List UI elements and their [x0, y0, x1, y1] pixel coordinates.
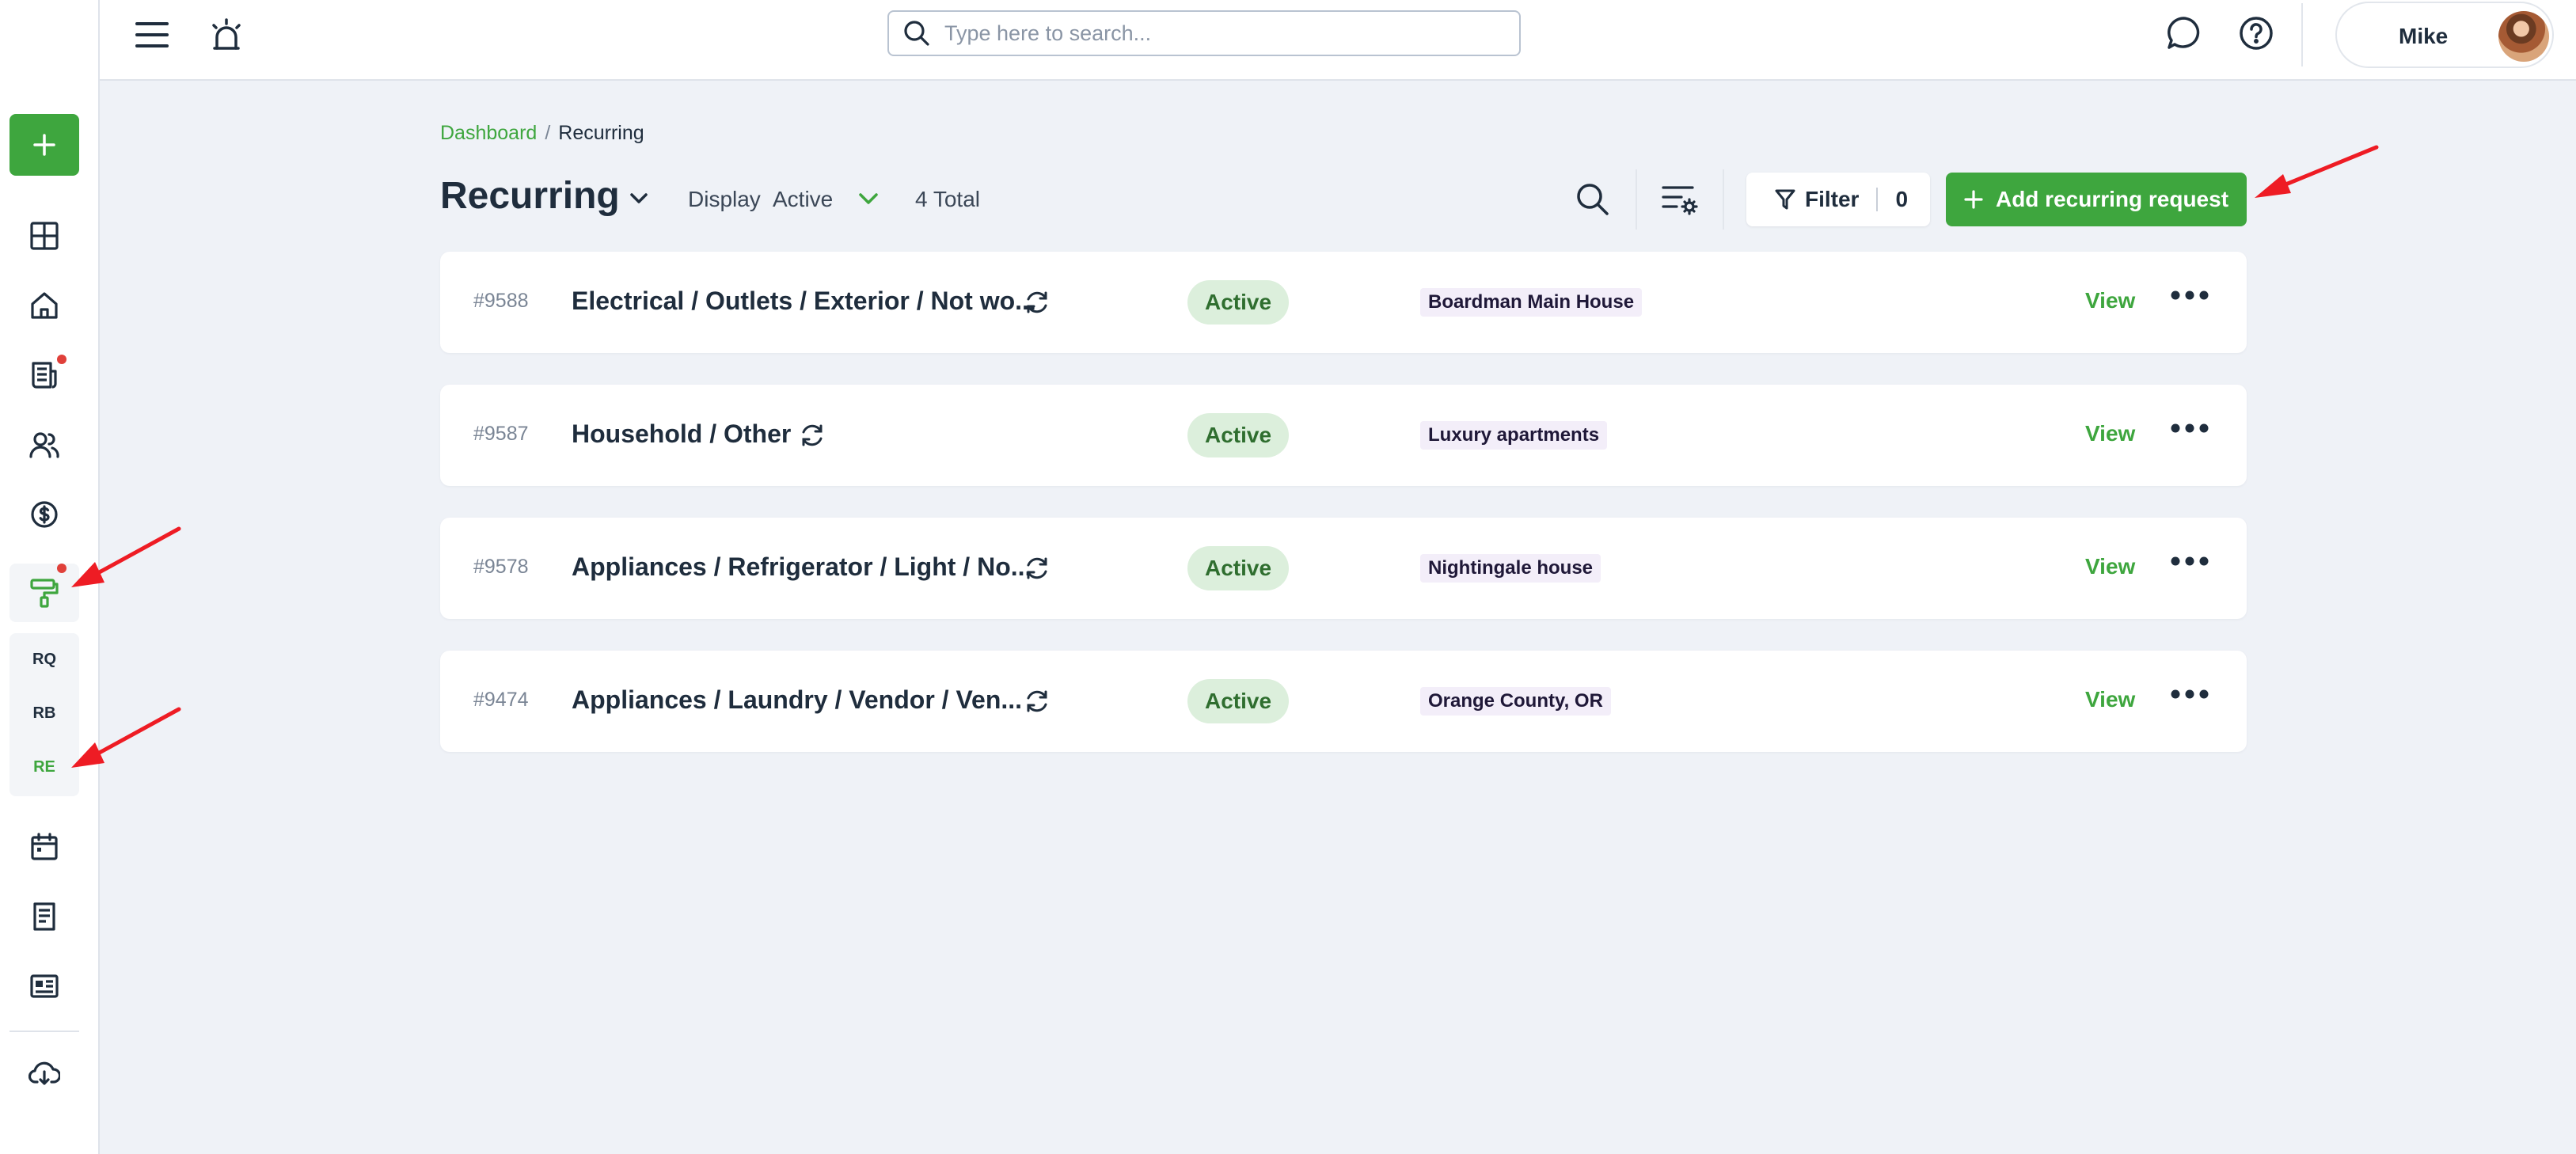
sidebar: RQ RB RE	[0, 81, 100, 1154]
view-link[interactable]: View	[2085, 687, 2135, 712]
breadcrumb-separator: /	[545, 122, 551, 144]
list-settings-icon[interactable]	[1658, 179, 1702, 220]
display-label: Display	[688, 187, 761, 211]
recurring-sync-icon	[1023, 288, 1051, 317]
quick-add-button[interactable]	[9, 114, 79, 176]
recurring-sync-icon	[1023, 554, 1051, 583]
status-badge: Active	[1187, 280, 1289, 325]
help-icon[interactable]	[2236, 13, 2277, 54]
sidebar-divider	[9, 1031, 79, 1032]
table-row[interactable]: #9474 Appliances / Laundry / Vendor / Ve…	[440, 651, 2247, 752]
calendar-icon[interactable]	[24, 826, 65, 867]
display-filter-value[interactable]: Active	[773, 187, 833, 212]
property-tag[interactable]: Nightingale house	[1420, 554, 1601, 583]
paint-roller-icon	[30, 579, 59, 608]
request-id: #9578	[473, 556, 529, 578]
filter-label: Filter	[1805, 187, 1860, 211]
plus-icon	[1964, 190, 1983, 209]
breadcrumb-dashboard[interactable]: Dashboard	[440, 122, 537, 144]
menu-icon[interactable]	[131, 14, 173, 55]
submenu-rb[interactable]: RB	[9, 704, 79, 723]
page-title[interactable]: Recurring	[440, 174, 620, 218]
search-input[interactable]	[944, 21, 1483, 46]
total-count: 4 Total	[915, 187, 980, 211]
dollar-icon[interactable]	[24, 494, 65, 535]
search-box[interactable]	[887, 10, 1521, 56]
breadcrumb-current: Recurring	[558, 122, 644, 144]
view-link[interactable]: View	[2085, 288, 2135, 313]
listing-icon[interactable]	[24, 966, 65, 1007]
table-row[interactable]: #9578 Appliances / Refrigerator / Light …	[440, 518, 2247, 619]
divider	[1636, 169, 1637, 230]
cloud-download-icon[interactable]	[24, 1053, 65, 1094]
request-id: #9474	[473, 689, 529, 711]
table-row[interactable]: #9587 Household / Other Active Luxury ap…	[440, 385, 2247, 486]
users-icon[interactable]	[24, 424, 65, 465]
chevron-down-icon[interactable]	[627, 187, 651, 211]
add-recurring-request-label: Add recurring request	[1995, 187, 2229, 211]
recurring-sync-icon	[798, 421, 826, 450]
notification-dot	[57, 355, 66, 364]
table-row[interactable]: #9588 Electrical / Outlets / Exterior / …	[440, 252, 2247, 353]
sidebar-item-maintenance[interactable]	[9, 564, 79, 622]
search-icon	[904, 21, 929, 46]
chat-bubble-icon[interactable]	[2163, 13, 2204, 54]
submenu-rq[interactable]: RQ	[9, 651, 79, 669]
submenu-re[interactable]: RE	[9, 758, 79, 776]
chevron-down-icon[interactable]	[857, 188, 880, 209]
more-options-icon[interactable]	[2171, 290, 2209, 301]
avatar	[2498, 11, 2549, 62]
property-tag[interactable]: Luxury apartments	[1420, 421, 1608, 450]
more-options-icon[interactable]	[2171, 689, 2209, 700]
request-title[interactable]: Household / Other	[572, 419, 791, 449]
status-badge: Active	[1187, 679, 1289, 723]
request-id: #9587	[473, 423, 529, 445]
notification-dot	[57, 564, 66, 573]
divider	[1876, 188, 1879, 211]
status-badge: Active	[1187, 546, 1289, 590]
property-tag[interactable]: Boardman Main House	[1420, 288, 1643, 317]
user-menu[interactable]: Mike	[2335, 2, 2554, 68]
breadcrumb: Dashboard / Recurring	[440, 122, 644, 145]
status-badge: Active	[1187, 413, 1289, 457]
dashboard-icon[interactable]	[24, 215, 65, 256]
funnel-icon	[1775, 189, 1795, 210]
maintenance-submenu: RQ RB RE	[9, 633, 79, 796]
filter-button[interactable]: Filter 0	[1746, 173, 1930, 226]
add-recurring-request-button[interactable]: Add recurring request	[1946, 173, 2247, 226]
annotation-arrow	[2255, 145, 2379, 198]
user-name: Mike	[2399, 24, 2449, 48]
recurring-sync-icon	[1023, 687, 1051, 716]
more-options-icon[interactable]	[2171, 423, 2209, 434]
search-icon[interactable]	[1572, 179, 1613, 220]
home-icon[interactable]	[24, 285, 65, 326]
filter-count: 0	[1895, 187, 1909, 211]
request-title[interactable]: Electrical / Outlets / Exterior / Not wo…	[572, 287, 1036, 316]
document-icon[interactable]	[24, 896, 65, 937]
divider	[2301, 3, 2303, 66]
sidebar-header	[0, 0, 100, 81]
view-link[interactable]: View	[2085, 421, 2135, 446]
property-tag[interactable]: Orange County, OR	[1420, 687, 1611, 716]
plus-icon	[33, 134, 55, 156]
view-link[interactable]: View	[2085, 554, 2135, 579]
request-id: #9588	[473, 290, 529, 312]
request-title[interactable]: Appliances / Laundry / Vendor / Ven...	[572, 685, 1022, 715]
top-bar: Mike	[0, 0, 2576, 81]
more-options-icon[interactable]	[2171, 556, 2209, 567]
alarm-bell-icon[interactable]	[204, 13, 249, 57]
divider	[1723, 169, 1724, 230]
request-title[interactable]: Appliances / Refrigerator / Light / No..…	[572, 552, 1032, 582]
